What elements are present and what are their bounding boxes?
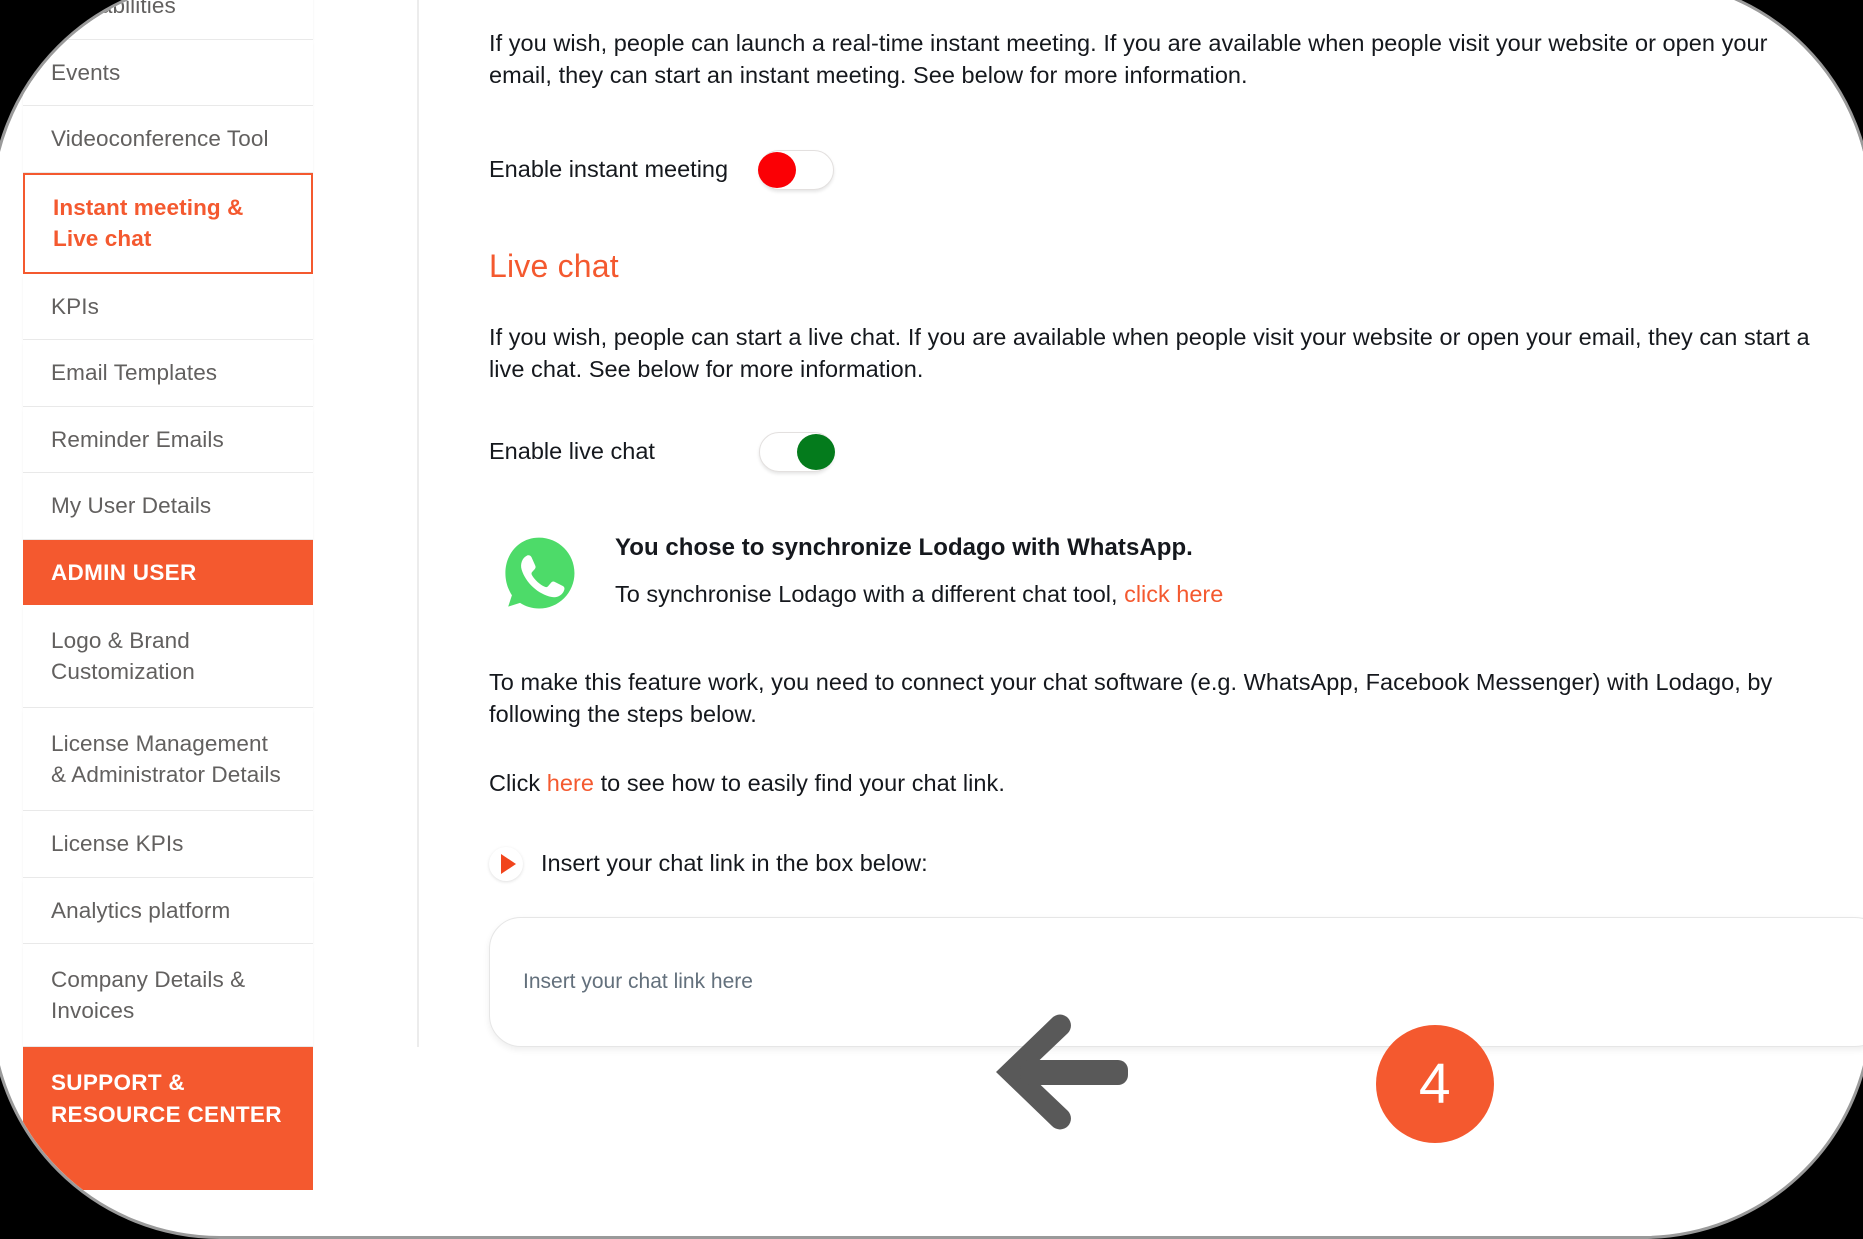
sidebar-item-instant-meeting-live-chat[interactable]: Instant meeting & Live chat	[23, 172, 313, 274]
whatsapp-notice-sub-prefix: To synchronise Lodago with a different c…	[615, 580, 1125, 607]
sidebar-item-label: License KPIs	[51, 831, 184, 856]
rounded-window-frame: Availabilities Events Videoconference To…	[0, 0, 1863, 1239]
arrow-left-icon	[990, 1012, 1130, 1132]
find-chat-link-suffix: to see how to easily find your chat link…	[593, 769, 1005, 796]
main-content: If you wish, people can launch a real-ti…	[417, 0, 1863, 1047]
find-chat-link-here-link[interactable]: here	[547, 770, 594, 796]
enable-live-chat-row: Enable live chat	[489, 422, 1863, 482]
find-chat-link-prefix: Click	[489, 769, 547, 796]
enable-instant-meeting-row: Enable instant meeting	[489, 140, 1863, 200]
sidebar-item-kpis[interactable]: KPIs	[23, 273, 313, 340]
enable-live-chat-label: Enable live chat	[489, 438, 655, 465]
whatsapp-icon	[497, 530, 581, 618]
whatsapp-sync-notice: You chose to synchronize Lodago with Wha…	[489, 530, 1863, 618]
sidebar-item-label: Instant meeting & Live chat	[53, 194, 244, 252]
sidebar-item-company-details-invoices[interactable]: Company Details & Invoices	[23, 944, 313, 1047]
whatsapp-notice-title: You chose to synchronize Lodago with Wha…	[615, 533, 1193, 561]
toggle-knob	[797, 433, 835, 470]
sidebar-section-support-resource-center[interactable]: SUPPORT & RESOURCE CENTER	[23, 1047, 313, 1150]
sidebar-item-availabilities[interactable]: Availabilities	[23, 0, 313, 40]
sidebar-item-label: Videoconference Tool	[51, 126, 269, 151]
step-number-badge: 4	[1376, 1025, 1494, 1143]
sidebar-item-label: Company Details & Invoices	[51, 966, 246, 1024]
chat-link-input-placeholder: Insert your chat link here	[523, 969, 753, 993]
whatsapp-notice-subtitle: To synchronise Lodago with a different c…	[615, 581, 1223, 608]
sidebar-navigation: Availabilities Events Videoconference To…	[23, 0, 313, 1190]
sidebar-item-label: Reminder Emails	[51, 426, 224, 452]
live-chat-heading: Live chat	[489, 247, 619, 284]
sidebar-section-label: ADMIN USER	[51, 559, 197, 585]
enable-instant-meeting-label: Enable instant meeting	[489, 156, 729, 183]
sidebar-item-license-management[interactable]: License Management & Administrator Detai…	[23, 708, 313, 811]
sidebar-item-label: Email Templates	[51, 360, 218, 385]
sidebar-item-reminder-emails[interactable]: Reminder Emails	[23, 406, 313, 473]
sidebar-section-admin-user: ADMIN USER	[23, 539, 313, 605]
change-chat-tool-link[interactable]: click here	[1124, 581, 1223, 607]
sidebar-item-label: Analytics platform	[51, 897, 231, 923]
sidebar-item-videoconference-tool[interactable]: Videoconference Tool	[23, 106, 313, 173]
sidebar-item-label: My User Details	[51, 493, 212, 518]
enable-instant-meeting-toggle[interactable]	[758, 149, 834, 190]
step-number-value: 4	[1418, 1052, 1452, 1116]
sidebar-item-label: KPIs	[51, 293, 99, 319]
sidebar-item-events[interactable]: Events	[23, 39, 313, 106]
sidebar-section-trailing	[23, 1150, 313, 1190]
sidebar-section-label: SUPPORT & RESOURCE CENTER	[51, 1070, 282, 1127]
insert-chat-link-bullet: Insert your chat link in the box below:	[489, 846, 1863, 881]
app-window: Availabilities Events Videoconference To…	[3, 0, 1863, 1236]
chat-link-input[interactable]: Insert your chat link here	[489, 916, 1863, 1047]
screenshot-viewport: Availabilities Events Videoconference To…	[0, 0, 1863, 1239]
sidebar-item-license-kpis[interactable]: License KPIs	[23, 811, 313, 878]
sidebar-item-email-templates[interactable]: Email Templates	[23, 340, 313, 407]
toggle-knob	[758, 151, 796, 188]
connect-chat-software-paragraph: To make this feature work, you need to c…	[489, 668, 1773, 728]
instant-meeting-description: If you wish, people can launch a real-ti…	[489, 30, 1768, 89]
sidebar-item-label: Events	[51, 59, 121, 85]
sidebar-item-logo-brand-customization[interactable]: Logo & Brand Customization	[23, 605, 313, 708]
sidebar-item-my-user-details[interactable]: My User Details	[23, 473, 313, 540]
sidebar-item-analytics-platform[interactable]: Analytics platform	[23, 877, 313, 944]
enable-live-chat-toggle[interactable]	[759, 431, 835, 472]
sidebar-item-label: Availabilities	[51, 0, 176, 18]
sidebar-item-label: License Management & Administrator Detai…	[51, 730, 281, 788]
live-chat-description: If you wish, people can start a live cha…	[489, 323, 1810, 383]
insert-chat-link-label: Insert your chat link in the box below:	[541, 850, 928, 877]
sidebar-item-label: Logo & Brand Customization	[51, 627, 195, 685]
play-triangle-icon	[489, 846, 523, 881]
find-chat-link-line: Click here to see how to easily find you…	[489, 767, 1829, 799]
